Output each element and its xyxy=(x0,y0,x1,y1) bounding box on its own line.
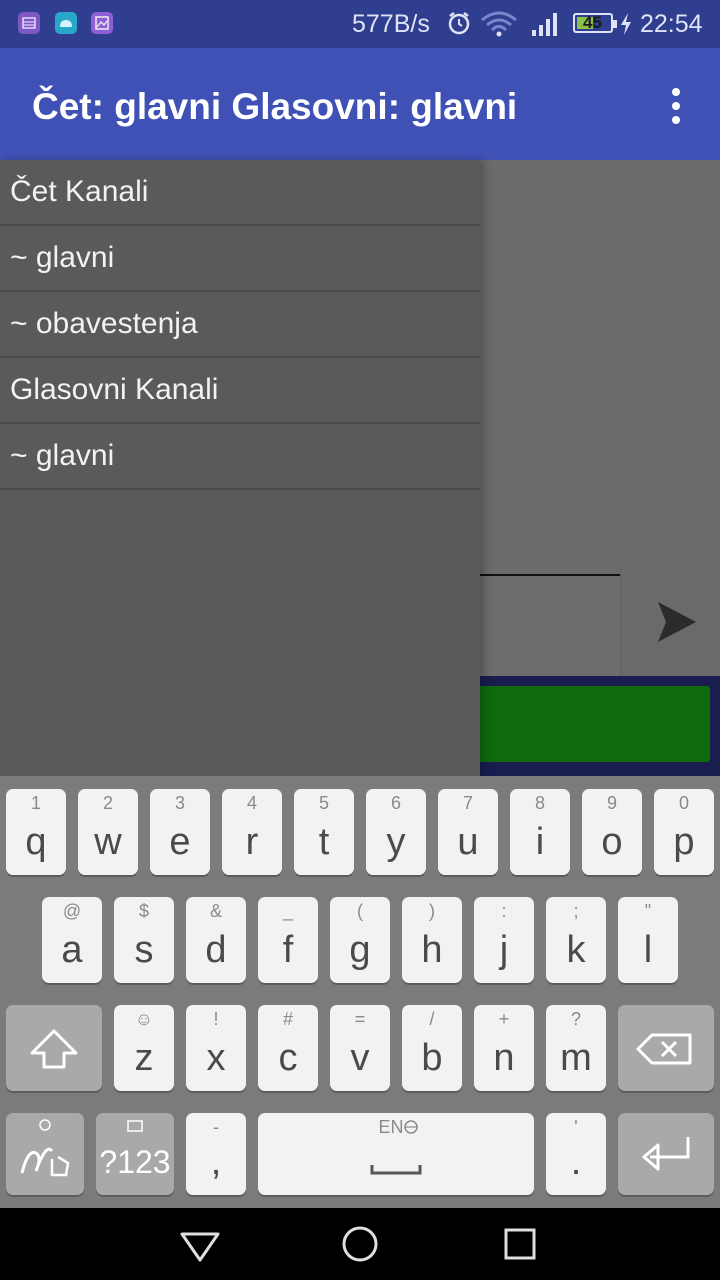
voice-active-indicator[interactable] xyxy=(480,686,710,762)
send-icon xyxy=(658,602,696,642)
key-z[interactable]: ☺ z xyxy=(114,1005,174,1091)
key-r[interactable]: 4r xyxy=(222,789,282,875)
android-debug-icon xyxy=(55,12,77,34)
key-w[interactable]: 2w xyxy=(78,789,138,875)
drawer-item-chat-glavni[interactable]: ~ glavni xyxy=(0,226,480,292)
globe-icon xyxy=(370,1120,422,1175)
home-icon[interactable] xyxy=(330,1214,390,1274)
key-t[interactable]: 5t xyxy=(294,789,354,875)
handwriting-key[interactable] xyxy=(6,1113,84,1195)
soft-keyboard: 1q 2w 3e 4r 5t 6y 7u 8i 9o 0p @ a $ s & d _… xyxy=(0,776,720,1208)
notification-app-icon xyxy=(18,12,40,34)
key-j[interactable]: :j xyxy=(474,897,534,983)
system-nav-bar xyxy=(0,1208,720,1280)
key-i[interactable]: 8i xyxy=(510,789,570,875)
voice-status-bar xyxy=(480,676,720,776)
backspace-icon xyxy=(636,1033,692,1065)
key-x[interactable]: ! x xyxy=(186,1005,246,1091)
gallery-icon xyxy=(91,12,113,34)
enter-icon xyxy=(642,1137,690,1171)
key-y[interactable]: 6y xyxy=(366,789,426,875)
drawer-item-voice-glavni[interactable]: ~ glavni xyxy=(0,424,480,490)
key-d[interactable]: & d xyxy=(186,897,246,983)
space-key[interactable]: EN xyxy=(258,1113,534,1195)
key-v[interactable]: = v xyxy=(330,1005,390,1091)
backspace-key[interactable] xyxy=(618,1005,714,1091)
alarm-icon xyxy=(446,10,472,41)
key-e[interactable]: 3e xyxy=(150,789,210,875)
comma-key[interactable]: -, xyxy=(186,1113,246,1195)
shift-key[interactable] xyxy=(6,1005,102,1091)
shift-icon xyxy=(30,1029,78,1069)
key-a[interactable]: @ a xyxy=(42,897,102,983)
key-c[interactable]: # c xyxy=(258,1005,318,1091)
enter-key[interactable] xyxy=(618,1113,714,1195)
channel-drawer: Čet Kanali ~ glavni ~ obavestenja Glasov… xyxy=(0,160,480,776)
page-title: Čet: glavni Glasovni: glavni xyxy=(32,86,518,127)
back-icon[interactable] xyxy=(170,1214,230,1274)
key-g[interactable]: (g xyxy=(330,897,390,983)
more-vert-icon[interactable] xyxy=(660,84,692,128)
key-o[interactable]: 9o xyxy=(582,789,642,875)
key-m[interactable]: ? m xyxy=(546,1005,606,1091)
symbols-key[interactable]: ?123 xyxy=(96,1113,174,1195)
period-key[interactable]: '. xyxy=(546,1113,606,1195)
handwriting-settings-icon xyxy=(20,1119,70,1177)
charging-icon xyxy=(619,12,633,41)
message-input[interactable] xyxy=(480,574,620,678)
drawer-header-chat-channels[interactable]: Čet Kanali xyxy=(0,160,480,226)
send-button[interactable] xyxy=(620,572,720,676)
key-q[interactable]: 1q xyxy=(6,789,66,875)
drawer-item-chat-obavestenja[interactable]: ~ obavestenja xyxy=(0,292,480,358)
wifi-icon xyxy=(480,10,518,43)
drawer-header-voice-channels[interactable]: Glasovni Kanali xyxy=(0,358,480,424)
signal-icon xyxy=(530,12,560,43)
key-b[interactable]: / b xyxy=(402,1005,462,1091)
key-p[interactable]: 0p xyxy=(654,789,714,875)
key-l[interactable]: " l xyxy=(618,897,678,983)
key-u[interactable]: 7u xyxy=(438,789,498,875)
battery-level: 45 xyxy=(583,13,602,32)
app-bar: Čet: glavni Glasovni: glavni xyxy=(0,48,720,160)
key-h[interactable]: ) h xyxy=(402,897,462,983)
battery-icon: 45 xyxy=(573,13,617,33)
key-k[interactable]: ; k xyxy=(546,897,606,983)
key-n[interactable]: + n xyxy=(474,1005,534,1091)
clock: 22:54 xyxy=(640,10,703,38)
status-bar: 577B/s 45 22:54 xyxy=(0,0,720,48)
net-speed: 577B/s xyxy=(352,10,430,38)
recents-icon[interactable] xyxy=(490,1214,550,1274)
key-f[interactable]: _ f xyxy=(258,897,318,983)
key-s[interactable]: $ s xyxy=(114,897,174,983)
